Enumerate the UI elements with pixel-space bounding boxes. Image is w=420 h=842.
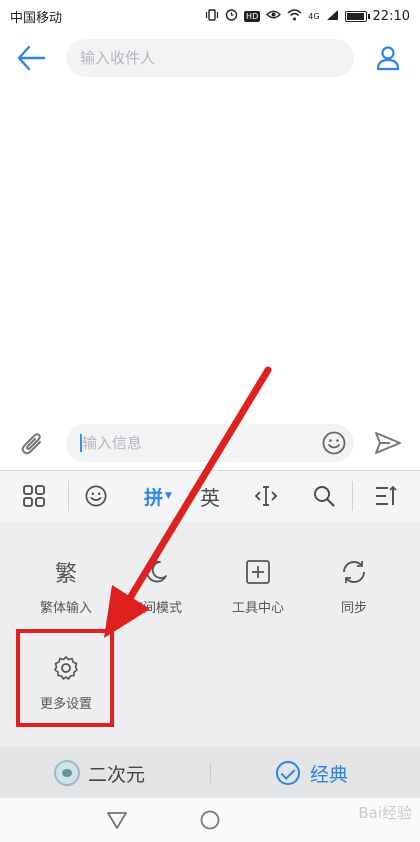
network-type: 4G (308, 11, 320, 21)
tool-center-tile[interactable]: 工具中心 (216, 555, 300, 627)
tile-label: 夜间模式 (129, 601, 182, 616)
paperclip-icon (21, 433, 41, 455)
keyboard-emoji-button[interactable] (76, 471, 116, 521)
classic-skin-label: 经典 (310, 763, 349, 786)
highlight-box (16, 629, 114, 727)
tile-label: 同步 (340, 601, 367, 616)
classic-skin-button[interactable]: 经典 (276, 747, 348, 799)
skin-switch-bar: 二次元 经典 (0, 747, 420, 799)
toolbar-divider (352, 481, 353, 511)
system-nav-bar: Bai经验 (0, 798, 420, 842)
watermark-text: Bai经验 (358, 804, 412, 822)
hd-icon: HD (244, 10, 261, 22)
menu-grid-button[interactable] (14, 471, 54, 521)
search-icon (314, 486, 335, 507)
send-icon (375, 432, 401, 454)
header (0, 32, 420, 84)
tile-label: 繁体输入 (39, 601, 92, 616)
english-label: 英 (200, 485, 220, 510)
toolbar-divider (68, 481, 69, 511)
sync-tile[interactable]: 同步 (312, 555, 396, 627)
clock: 22:10 (372, 8, 410, 24)
compose-row (0, 420, 420, 468)
pinyin-mode-button[interactable]: 拼 ▼ (132, 471, 184, 521)
recipient-input[interactable] (66, 39, 354, 77)
moon-icon (143, 555, 169, 589)
check-circle-icon (276, 761, 300, 785)
message-input[interactable] (66, 424, 306, 462)
message-box (66, 424, 354, 462)
nav-back-button[interactable] (105, 808, 129, 832)
wifi-icon (287, 8, 302, 24)
alarm-icon (225, 8, 238, 24)
keyboard-toolbar: 拼 ▼ 英 (0, 471, 420, 521)
anime-skin-label: 二次元 (88, 763, 146, 786)
traditional-chinese-tile[interactable]: 繁 繁体输入 (24, 555, 108, 627)
add-contact-button[interactable] (374, 44, 402, 72)
anime-skin-button[interactable]: 二次元 (54, 747, 145, 799)
text-cursor (80, 434, 82, 452)
sync-icon (340, 555, 368, 589)
battery-level (346, 12, 364, 20)
collapse-keyboard-button[interactable] (364, 471, 408, 521)
status-bar: 中国移动 HD 4G 22:10 (0, 0, 420, 32)
attach-button[interactable] (20, 430, 46, 458)
tile-label: 工具中心 (231, 601, 284, 616)
circle-home-icon (200, 810, 220, 830)
signal-icon (326, 9, 339, 24)
cursor-move-icon (254, 486, 278, 506)
night-mode-tile[interactable]: 夜间模式 (114, 555, 198, 627)
traditional-char-icon: 繁 (54, 562, 77, 587)
pinyin-label: 拼 (144, 486, 164, 509)
status-icons: HD 4G 22:10 (205, 8, 410, 24)
carrier-name: 中国移动 (10, 10, 63, 26)
back-button[interactable] (16, 44, 48, 72)
lines-menu-icon (376, 485, 397, 505)
search-button[interactable] (304, 471, 344, 521)
emoji-button[interactable] (322, 431, 346, 455)
triangle-back-icon (107, 812, 127, 829)
plus-box-icon (245, 555, 271, 589)
person-icon (376, 46, 400, 71)
cursor-move-button[interactable] (246, 471, 286, 521)
battery-icon (344, 10, 370, 22)
arrow-left-icon (17, 45, 46, 71)
smiley-icon (85, 485, 107, 507)
caret-down-icon: ▼ (165, 491, 172, 501)
grid-icon (23, 485, 45, 507)
nav-home-button[interactable] (198, 808, 222, 832)
english-mode-button[interactable]: 英 (190, 471, 230, 521)
anime-avatar-icon (54, 760, 80, 786)
eye-icon (266, 9, 282, 23)
vibrate-icon (205, 8, 219, 24)
skin-divider (210, 763, 211, 783)
smiley-icon (322, 431, 346, 455)
send-button[interactable] (374, 430, 402, 456)
